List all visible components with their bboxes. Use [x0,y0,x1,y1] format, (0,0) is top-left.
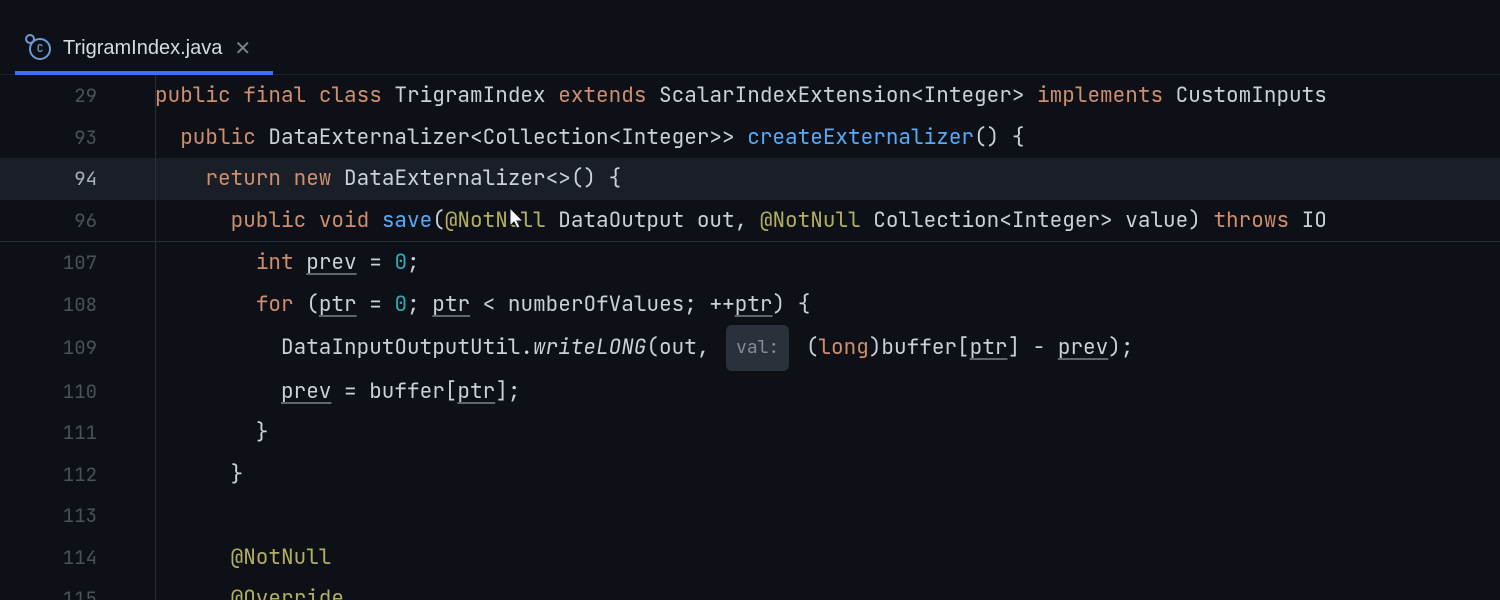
code-content: public void save(@NotNull DataOutput out… [125,200,1500,242]
line-number: 109 [0,327,125,369]
java-class-icon: C [29,38,51,60]
code-line[interactable]: 29public final class TrigramIndex extend… [0,75,1500,117]
code-content: return new DataExternalizer<>() { [125,158,1500,200]
code-content: DataInputOutputUtil.writeLONG(out, val: … [125,325,1500,371]
close-icon[interactable]: ✕ [234,39,251,59]
code-editor[interactable]: 29public final class TrigramIndex extend… [0,75,1500,600]
code-content: int prev = 0; [125,242,1500,284]
code-content: @NotNull [125,537,1500,579]
line-number: 112 [0,454,125,496]
code-content: @Override [125,578,1500,600]
code-line[interactable]: 107 int prev = 0; [0,242,1500,284]
code-line[interactable]: 115 @Override [0,578,1500,600]
code-content: for (ptr = 0; ptr < numberOfValues; ++pt… [125,284,1500,326]
code-line[interactable]: 108 for (ptr = 0; ptr < numberOfValues; … [0,284,1500,326]
code-line[interactable]: 96 public void save(@NotNull DataOutput … [0,200,1500,242]
code-content: } [125,412,1500,454]
code-line[interactable]: 114 @NotNull [0,537,1500,579]
indent-guide [155,75,156,600]
inlay-hint: val: [726,325,789,371]
code-line[interactable]: 113 [0,495,1500,537]
code-line[interactable]: 94 return new DataExternalizer<>() { [0,158,1500,200]
line-number: 107 [0,242,125,284]
code-content: public DataExternalizer<Collection<Integ… [125,117,1500,159]
line-number: 111 [0,412,125,454]
code-content: prev = buffer[ptr]; [125,371,1500,413]
line-number: 114 [0,537,125,579]
file-tab[interactable]: C TrigramIndex.java ✕ [15,21,273,74]
code-content: public final class TrigramIndex extends … [125,75,1500,117]
code-line[interactable]: 93 public DataExternalizer<Collection<In… [0,117,1500,159]
line-number: 115 [0,578,125,600]
code-line[interactable]: 111 } [0,412,1500,454]
code-line[interactable]: 109 DataInputOutputUtil.writeLONG(out, v… [0,325,1500,371]
code-content: } [125,454,1500,496]
line-number: 113 [0,495,125,537]
line-number: 94 [0,158,125,200]
line-number: 29 [0,75,125,117]
code-line[interactable]: 110 prev = buffer[ptr]; [0,371,1500,413]
line-number: 96 [0,200,125,242]
tab-filename: TrigramIndex.java [63,37,222,60]
line-number: 93 [0,117,125,159]
line-number: 110 [0,371,125,413]
editor-tab-bar: C TrigramIndex.java ✕ [0,0,1500,75]
sticky-scroll-header[interactable]: 29public final class TrigramIndex extend… [0,75,1500,242]
code-line[interactable]: 112 } [0,454,1500,496]
line-number: 108 [0,284,125,326]
